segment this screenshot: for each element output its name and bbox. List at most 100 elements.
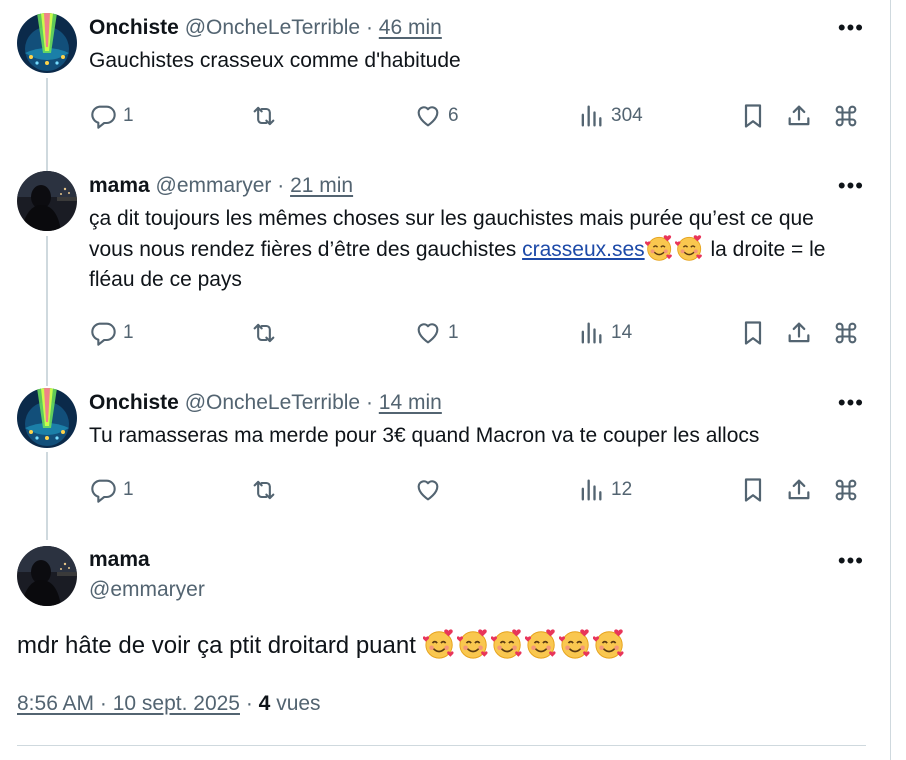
- onchiste-avatar[interactable]: [17, 388, 77, 448]
- bookmark-icon: [739, 476, 767, 504]
- share-icon: [785, 319, 813, 347]
- views-chart-icon: [577, 319, 605, 347]
- like-button[interactable]: 1: [414, 316, 459, 350]
- command-button[interactable]: [832, 99, 860, 133]
- tweet-actions: 1 12: [0, 473, 890, 507]
- onchiste-avatar[interactable]: [17, 13, 77, 73]
- views-count: 4: [258, 692, 271, 715]
- reply-icon: [89, 476, 117, 504]
- hashtag-link[interactable]: crasseux.ses: [522, 238, 645, 261]
- reply-icon: [89, 102, 117, 130]
- tweet-text: Tu ramasseras ma merde pour 3€ quand Mac…: [89, 424, 760, 447]
- like-button[interactable]: [414, 473, 448, 507]
- timeline-right-border: [890, 0, 891, 760]
- heart-icon: [414, 319, 442, 347]
- heart-icon: [414, 102, 442, 130]
- share-button[interactable]: [785, 99, 813, 133]
- share-icon: [785, 476, 813, 504]
- tweet-text: Gauchistes crasseux comme d'habitude: [89, 49, 461, 72]
- like-button[interactable]: 6: [414, 99, 459, 133]
- reply-count: 1: [123, 479, 134, 500]
- command-button[interactable]: [832, 316, 860, 350]
- retweet-icon: [250, 476, 278, 504]
- smiling-face-with-hearts-emoji: [457, 628, 491, 660]
- separator: ·: [365, 16, 373, 39]
- tweet-actions: 1 6 304: [0, 99, 890, 133]
- mama-avatar[interactable]: [17, 546, 77, 606]
- author-name[interactable]: mama: [89, 174, 150, 197]
- bookmark-button[interactable]: [739, 99, 767, 133]
- smiling-face-with-hearts-emoji: [525, 628, 559, 660]
- tweet-header: Onchiste @OncheLeTerrible · 46 min •••: [89, 14, 890, 42]
- command-button[interactable]: [832, 473, 860, 507]
- tweet-actions: 1 1 14: [0, 316, 890, 350]
- heart-icon: [414, 476, 442, 504]
- retweet-button[interactable]: [250, 316, 284, 350]
- separator: ·: [365, 391, 373, 414]
- views-count: 14: [611, 322, 633, 343]
- author-handle[interactable]: @OncheLeTerrible: [185, 391, 360, 414]
- mama-avatar[interactable]: [17, 171, 77, 231]
- author-handle[interactable]: @OncheLeTerrible: [185, 16, 360, 39]
- tweet-text: ça dit toujours les mêmes choses sur les…: [89, 204, 860, 295]
- tweet-text: mdr hâte de voir ça ptit droitard puant: [17, 628, 627, 663]
- reply-button[interactable]: 1: [89, 473, 134, 507]
- author-name[interactable]: mama: [89, 548, 150, 572]
- retweet-icon: [250, 102, 278, 130]
- reply-tweet-1[interactable]: Onchiste @OncheLeTerrible · 46 min ••• G…: [0, 0, 890, 160]
- reply-tweet-3[interactable]: Onchiste @OncheLeTerrible · 14 min ••• T…: [0, 375, 890, 535]
- tweet-time[interactable]: 14 min: [379, 391, 442, 414]
- retweet-button[interactable]: [250, 473, 284, 507]
- smiling-face-with-hearts-emoji: [491, 628, 525, 660]
- views-button[interactable]: 14: [577, 316, 632, 350]
- separator: ·: [277, 174, 285, 197]
- command-key-icon: [832, 319, 860, 347]
- reply-button[interactable]: 1: [89, 316, 134, 350]
- tweet-header: mama @emmaryer · 21 min •••: [89, 172, 890, 200]
- tweet-header: Onchiste @OncheLeTerrible · 14 min •••: [89, 389, 890, 417]
- reply-count: 1: [123, 105, 134, 126]
- command-key-icon: [832, 476, 860, 504]
- views-label: vues: [276, 692, 321, 715]
- tweet-time[interactable]: 46 min: [379, 16, 442, 39]
- bookmark-button[interactable]: [739, 316, 767, 350]
- share-icon: [785, 102, 813, 130]
- tweet-meta: 8:56 AM · 10 sept. 2025 · 4 vues: [17, 690, 321, 718]
- retweet-icon: [250, 319, 278, 347]
- like-count: 1: [448, 322, 459, 343]
- views-chart-icon: [577, 476, 605, 504]
- more-horizontal-icon[interactable]: •••: [838, 389, 864, 417]
- bookmark-icon: [739, 102, 767, 130]
- more-horizontal-icon[interactable]: •••: [838, 14, 864, 42]
- emoji-row: [423, 632, 627, 659]
- smiling-face-with-hearts-emoji: [423, 628, 457, 660]
- smiling-face-with-hearts-emoji: [675, 234, 705, 262]
- views-count: 12: [611, 479, 633, 500]
- views-count: 304: [611, 105, 643, 126]
- author-handle[interactable]: @emmaryer: [156, 174, 272, 197]
- views-button[interactable]: 12: [577, 473, 632, 507]
- tweet-text-content: mdr hâte de voir ça ptit droitard puant: [17, 632, 416, 659]
- focused-tweet: mama @emmaryer ••• mdr hâte de voir ça p…: [0, 540, 890, 760]
- divider: [17, 745, 866, 746]
- reply-tweet-2[interactable]: mama @emmaryer · 21 min ••• ça dit toujo…: [0, 158, 890, 378]
- more-horizontal-icon[interactable]: •••: [838, 548, 864, 574]
- smiling-face-with-hearts-emoji: [593, 628, 627, 660]
- retweet-button[interactable]: [250, 99, 284, 133]
- reply-icon: [89, 319, 117, 347]
- share-button[interactable]: [785, 473, 813, 507]
- author-name[interactable]: Onchiste: [89, 391, 179, 414]
- views-button[interactable]: 304: [577, 99, 643, 133]
- bookmark-icon: [739, 319, 767, 347]
- tweet-time[interactable]: 21 min: [290, 174, 353, 197]
- reply-button[interactable]: 1: [89, 99, 134, 133]
- more-horizontal-icon[interactable]: •••: [838, 172, 864, 200]
- bookmark-button[interactable]: [739, 473, 767, 507]
- like-count: 6: [448, 105, 459, 126]
- tweet-timestamp[interactable]: 8:56 AM · 10 sept. 2025: [17, 692, 240, 715]
- author-name[interactable]: Onchiste: [89, 16, 179, 39]
- author-handle[interactable]: @emmaryer: [89, 578, 205, 602]
- share-button[interactable]: [785, 316, 813, 350]
- views-chart-icon: [577, 102, 605, 130]
- smiling-face-with-hearts-emoji: [559, 628, 593, 660]
